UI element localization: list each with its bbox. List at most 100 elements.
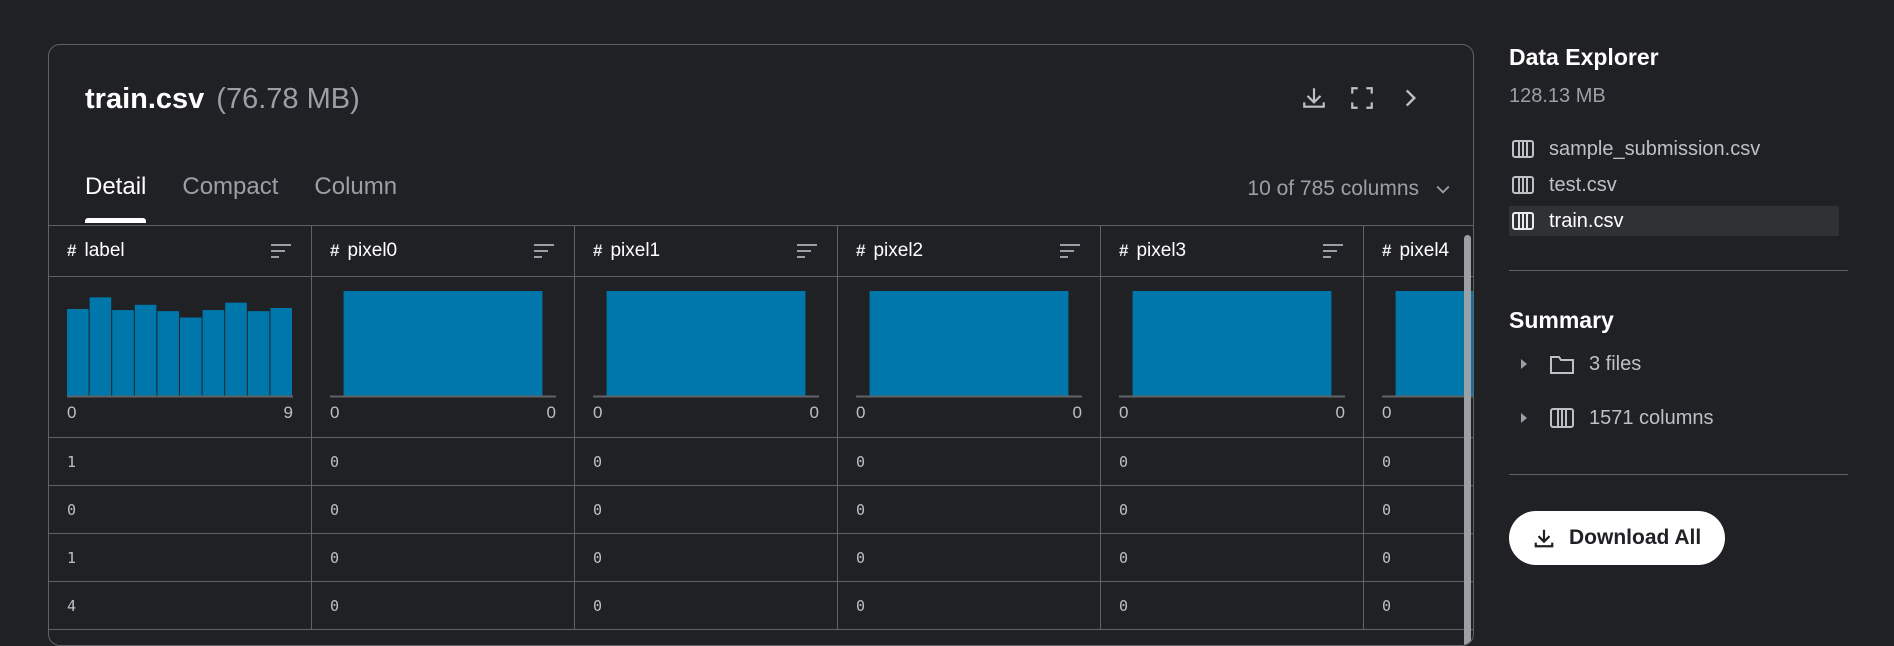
table-icon (1512, 176, 1534, 194)
file-preview-panel: train.csv (76.78 MB) Detail Compact Colu… (48, 44, 1474, 646)
file-title: train.csv (85, 83, 205, 115)
column-pixel2: # pixel2 0 0 0 0 0 0 (838, 226, 1101, 630)
table-cell: 0 (838, 582, 1100, 630)
histogram-bar[interactable] (202, 310, 225, 397)
table-icon (1512, 212, 1534, 230)
vertical-scrollbar[interactable] (1464, 235, 1471, 645)
data-explorer-sidebar: Data Explorer 128.13 MB sample_submissio… (1509, 44, 1849, 565)
summary-columns[interactable]: 1571 columns (1509, 402, 1849, 434)
histogram-bar[interactable] (1132, 291, 1332, 397)
summary-files-label: 3 files (1589, 352, 1642, 375)
table-icon (1550, 408, 1574, 428)
column-header[interactable]: # label (49, 226, 311, 277)
numeric-type-icon: # (1382, 241, 1392, 260)
histogram-bar[interactable] (225, 302, 247, 397)
histogram-bar[interactable] (89, 297, 112, 397)
histogram-bar[interactable] (112, 310, 134, 397)
histogram-max-label: 9 (283, 403, 293, 422)
sort-icon[interactable] (1321, 242, 1345, 260)
table-cell: 0 (1364, 486, 1473, 534)
tab-column[interactable]: Column (314, 173, 397, 223)
sort-icon[interactable] (795, 242, 819, 260)
histogram-chart (67, 297, 293, 398)
table-cell: 1 (49, 438, 311, 486)
dataset-size: 128.13 MB (1509, 85, 1606, 107)
column-header[interactable]: # pixel4 (1364, 226, 1473, 277)
histogram-max-label: 0 (1335, 403, 1345, 422)
file-item-test[interactable]: test.csv (1509, 170, 1839, 200)
histogram-bar[interactable] (606, 291, 806, 397)
histogram-chart (1119, 291, 1345, 398)
table-cell: 0 (1101, 486, 1363, 534)
histogram-chart (593, 291, 819, 398)
histogram-bar[interactable] (247, 311, 270, 397)
column-selector[interactable]: 10 of 785 columns (1247, 177, 1453, 201)
table-cell: 0 (575, 486, 837, 534)
chevron-right-icon[interactable] (1397, 85, 1423, 111)
column-selector-label: 10 of 785 columns (1247, 177, 1419, 200)
histogram-max-label: 0 (1072, 403, 1082, 422)
table-cell: 0 (312, 438, 574, 486)
table-cell: 0 (1364, 438, 1473, 486)
table-cell: 0 (838, 438, 1100, 486)
summary-files[interactable]: 3 files (1509, 348, 1849, 380)
column-name: pixel1 (610, 240, 661, 261)
table-cell: 0 (575, 438, 837, 486)
file-item-sample-submission[interactable]: sample_submission.csv (1509, 134, 1839, 164)
histogram-bar[interactable] (157, 311, 179, 397)
table-cell: 4 (49, 582, 311, 630)
sort-icon[interactable] (1058, 242, 1082, 260)
column-header[interactable]: # pixel1 (575, 226, 837, 277)
histogram-bar[interactable] (1395, 291, 1473, 397)
histogram-min-label: 0 (593, 403, 603, 422)
table-cell: 0 (49, 486, 311, 534)
download-icon[interactable] (1301, 85, 1327, 111)
tab-detail[interactable]: Detail (85, 173, 147, 223)
table-cell: 0 (838, 534, 1100, 582)
column-pixel0: # pixel0 0 0 0 0 0 0 (312, 226, 575, 630)
histogram-max-label: 0 (809, 403, 819, 422)
panel-header: train.csv (76.78 MB) (85, 83, 360, 116)
histogram-bar[interactable] (343, 291, 543, 397)
numeric-type-icon: # (1119, 241, 1129, 260)
column-header[interactable]: # pixel0 (312, 226, 574, 277)
table-cell: 0 (1364, 534, 1473, 582)
file-list: sample_submission.csv test.csv train.csv (1509, 134, 1849, 236)
tab-compact[interactable]: Compact (182, 173, 278, 223)
column-name: pixel4 (1399, 240, 1450, 261)
histogram-min-label: 0 (67, 403, 77, 422)
histogram-bar[interactable] (67, 309, 89, 397)
sort-icon[interactable] (269, 242, 293, 260)
histogram-min-label: 0 (1119, 403, 1129, 422)
data-grid: # label 0 9 1 0 1 4 # pixel0 0 0 0 0 0 0 # pixel1 0 0 0 0 0 0 # p… (49, 225, 1473, 645)
file-item-train[interactable]: train.csv (1509, 206, 1839, 236)
download-all-button[interactable]: Download All (1509, 511, 1726, 565)
histogram-cell: 00 (838, 277, 1100, 438)
histogram-cell: 0 (1364, 277, 1473, 438)
folder-icon (1550, 356, 1574, 374)
histogram-cell: 00 (1101, 277, 1363, 438)
chevron-down-icon (1436, 185, 1450, 194)
file-size: (76.78 MB) (216, 83, 360, 115)
file-item-label: train.csv (1549, 209, 1624, 232)
numeric-type-icon: # (67, 241, 77, 260)
fullscreen-icon[interactable] (1349, 85, 1375, 111)
column-pixel4: # pixel4 0 0 0 0 0 (1364, 226, 1473, 630)
histogram-bar[interactable] (180, 317, 202, 398)
column-header[interactable]: # pixel3 (1101, 226, 1363, 277)
table-cell: 0 (1101, 438, 1363, 486)
histogram-bar[interactable] (869, 291, 1069, 397)
histogram-bar[interactable] (270, 307, 292, 397)
file-item-label: test.csv (1549, 173, 1617, 196)
table-cell: 0 (312, 582, 574, 630)
download-icon (1534, 529, 1554, 548)
histogram-chart (1382, 291, 1473, 398)
histogram-chart (856, 291, 1082, 398)
sort-icon[interactable] (532, 242, 556, 260)
histogram-bar[interactable] (134, 304, 157, 397)
column-name: pixel0 (347, 240, 398, 261)
column-pixel1: # pixel1 0 0 0 0 0 0 (575, 226, 838, 630)
numeric-type-icon: # (856, 241, 866, 260)
numeric-type-icon: # (593, 241, 603, 260)
column-header[interactable]: # pixel2 (838, 226, 1100, 277)
